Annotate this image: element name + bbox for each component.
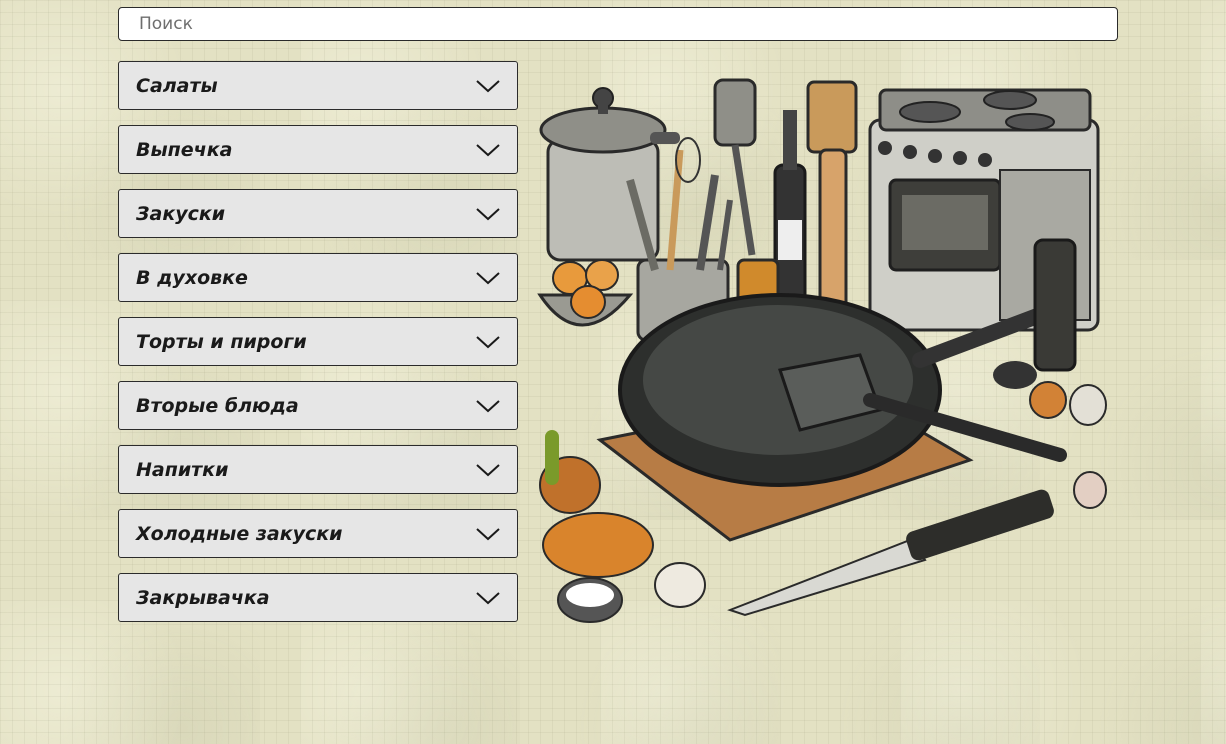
chevron-down-icon [476, 591, 500, 604]
chevron-down-icon [476, 527, 500, 540]
category-label: Торты и пироги [136, 330, 307, 353]
chevron-down-icon [476, 335, 500, 348]
category-item-preserves[interactable]: Закрывачка [118, 573, 518, 622]
category-item-oven[interactable]: В духовке [118, 253, 518, 302]
chevron-down-icon [476, 79, 500, 92]
chevron-down-icon [476, 463, 500, 476]
category-item-cakes-pies[interactable]: Торты и пироги [118, 317, 518, 366]
eggs-icon [537, 259, 634, 327]
category-label: Салаты [136, 74, 218, 97]
category-item-baking[interactable]: Выпечка [118, 125, 518, 174]
chevron-down-icon [476, 143, 500, 156]
chevron-down-icon [476, 399, 500, 412]
search-input[interactable] [118, 7, 1118, 41]
category-item-snacks[interactable]: Закуски [118, 189, 518, 238]
category-item-drinks[interactable]: Напитки [118, 445, 518, 494]
pot-icon [539, 87, 680, 262]
category-label: В духовке [136, 266, 248, 289]
category-item-cold-snacks[interactable]: Холодные закуски [118, 509, 518, 558]
category-label: Закрывачка [136, 586, 270, 609]
category-label: Закуски [136, 202, 226, 225]
category-label: Выпечка [136, 138, 233, 161]
category-accordion: Салаты Выпечка Закуски В духовке Торты и… [118, 61, 518, 637]
chevron-down-icon [476, 271, 500, 284]
category-item-salads[interactable]: Салаты [118, 61, 518, 110]
category-label: Холодные закуски [136, 522, 343, 545]
chevron-down-icon [476, 207, 500, 220]
category-item-main-dishes[interactable]: Вторые блюда [118, 381, 518, 430]
kitchen-utensils-illustration [537, 78, 1107, 623]
category-label: Напитки [136, 458, 229, 481]
category-label: Вторые блюда [136, 394, 299, 417]
